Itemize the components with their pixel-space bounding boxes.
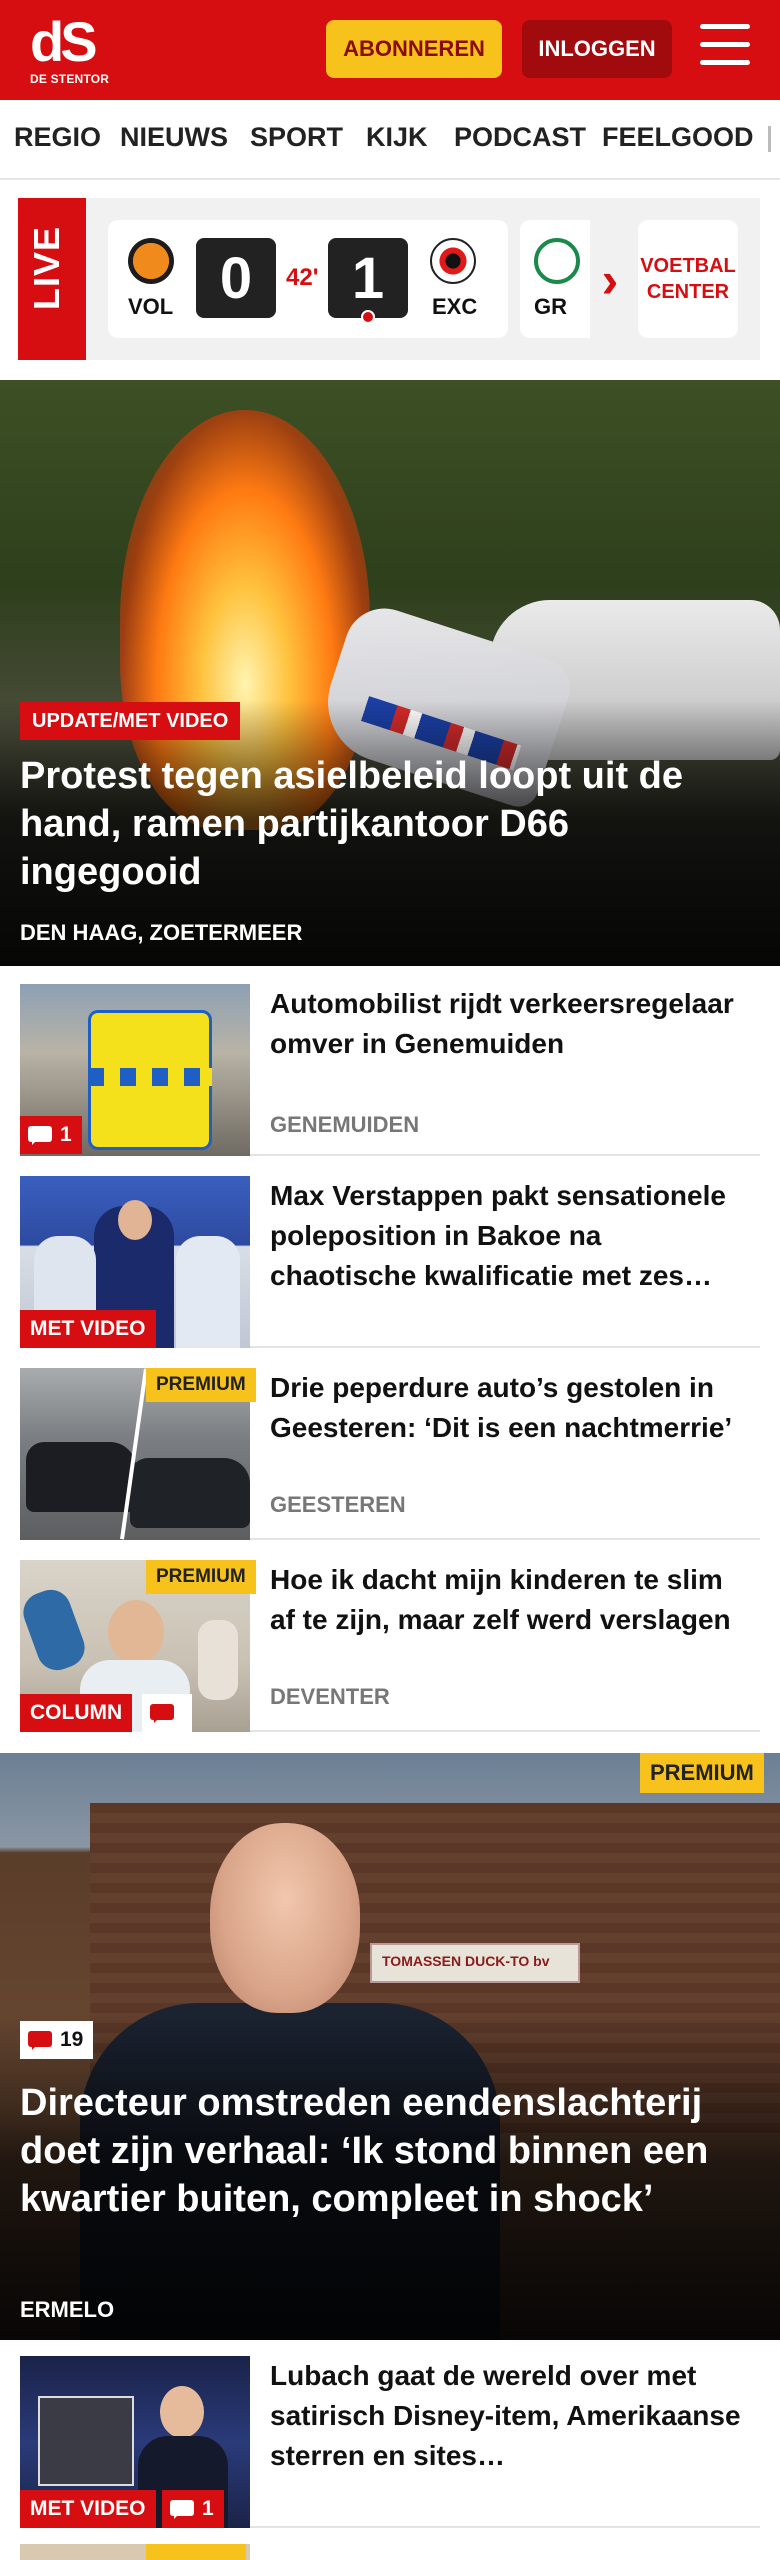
- voetbal-center-line1: VOETBAL: [640, 255, 736, 277]
- article-title[interactable]: Max Verstappen pakt sensationele polepos…: [270, 1176, 750, 1296]
- goal-indicator-icon: [361, 310, 375, 324]
- nav-overflow-indicator: [768, 126, 771, 152]
- away-team-logo-icon: [430, 238, 476, 284]
- list-item[interactable]: MET VIDEO Max Verstappen pakt sensatione…: [20, 1176, 760, 1348]
- comment-icon: [28, 1126, 52, 1145]
- voetbal-center-button[interactable]: VOETBAL CENTER: [638, 220, 738, 338]
- video-badge: MET VIDEO: [20, 2490, 156, 2528]
- logo-mark: dS: [30, 10, 98, 73]
- feature-sign-text: TOMASSEN DUCK-TO bv: [382, 1953, 550, 1969]
- home-team-logo-icon: [128, 238, 174, 284]
- column-badge: COLUMN: [20, 1694, 133, 1732]
- list-item[interactable]: 1 Automobilist rijdt verkeersrege­laar o…: [20, 984, 760, 1156]
- feature-location: ERMELO: [20, 2297, 115, 2322]
- live-label: LIVE: [26, 225, 67, 310]
- nav-item-regio[interactable]: REGIO: [14, 122, 101, 153]
- comment-count-value: 1: [202, 2497, 214, 2520]
- away-score: 1: [328, 238, 408, 318]
- next-team-logo-icon: [534, 238, 580, 284]
- list-item[interactable]: PREMIUM Drie peperdure auto’s gestolen i…: [20, 1368, 760, 1540]
- article-location: GEESTEREN: [270, 1492, 406, 1517]
- feature-person-head-graphic: [210, 1823, 360, 2013]
- feature-article[interactable]: TOMASSEN DUCK-TO bv PREMIUM 19 Directeur…: [0, 1753, 780, 2340]
- home-team-code: VOL: [128, 294, 174, 319]
- comment-icon: [28, 2031, 52, 2050]
- nav-item-sport[interactable]: SPORT: [250, 122, 343, 153]
- site-header: dS DE STENTOR ABONNEREN INLOGGEN: [0, 0, 780, 100]
- article-title[interactable]: Automobilist rijdt verkeersrege­laar omv…: [270, 984, 750, 1064]
- voetbal-center-line2: CENTER: [646, 281, 730, 303]
- comment-count-value: 19: [60, 2028, 84, 2051]
- comment-button[interactable]: [142, 1694, 192, 1732]
- nav-item-podcast[interactable]: PODCAST: [454, 122, 586, 153]
- next-match-card[interactable]: GR: [520, 220, 590, 338]
- nav-item-feelgood[interactable]: FEELGOOD: [602, 122, 754, 153]
- hero-title[interactable]: Protest tegen asielbeleid loopt uit de h…: [20, 752, 760, 896]
- article-location: DEVENTER: [270, 1684, 390, 1709]
- match-minute: 42': [286, 264, 319, 291]
- comment-icon: [150, 1704, 174, 1723]
- next-list-item-peek: [20, 2544, 760, 2560]
- comment-count[interactable]: 1: [20, 1116, 82, 1154]
- hero-badge: UPDATE/MET VIDEO: [20, 702, 241, 740]
- hero-location: DEN HAAG, ZOETERMEER: [20, 920, 303, 945]
- article-title[interactable]: Lubach gaat de wereld over met satirisch…: [270, 2356, 750, 2476]
- comment-icon: [170, 2500, 194, 2519]
- premium-badge: PREMIUM: [146, 1560, 256, 1594]
- live-tag: LIVE: [18, 198, 86, 360]
- next-team-code: GR: [534, 294, 567, 319]
- video-badge: MET VIDEO: [20, 1310, 156, 1348]
- logo-subtitle: DE STENTOR: [30, 72, 110, 86]
- hero-article[interactable]: UPDATE/MET VIDEO Protest tegen asielbele…: [0, 380, 780, 966]
- away-team-code: EXC: [432, 294, 478, 319]
- feature-sign: TOMASSEN DUCK-TO bv: [370, 1943, 580, 1983]
- list-item[interactable]: MET VIDEO 1 Lubach gaat de wereld over m…: [20, 2356, 760, 2528]
- section-nav: REGIO NIEUWS SPORT KIJK PODCAST FEELGOOD: [0, 100, 780, 180]
- premium-badge: PREMIUM: [146, 1368, 256, 1402]
- site-logo[interactable]: dS DE STENTOR: [30, 10, 110, 87]
- list-item[interactable]: PREMIUM COLUMN Hoe ik dacht mijn kindere…: [20, 1560, 760, 1732]
- menu-icon[interactable]: [700, 24, 752, 72]
- nav-item-nieuws[interactable]: NIEUWS: [120, 122, 228, 153]
- premium-badge: PREMIUM: [640, 1753, 764, 1793]
- article-location: GENEMUIDEN: [270, 1112, 420, 1137]
- live-match-card[interactable]: VOL 0 42' 1 EXC: [108, 220, 508, 338]
- article-title[interactable]: Drie peperdure auto’s gestolen in Geeste…: [270, 1368, 750, 1448]
- live-scores-strip: LIVE VOL 0 42' 1 EXC GR › VOETBAL CENTER: [18, 198, 760, 360]
- comment-count[interactable]: 19: [20, 2021, 94, 2059]
- article-title[interactable]: Hoe ik dacht mijn kinderen te slim af te…: [270, 1560, 750, 1640]
- login-button[interactable]: INLOGGEN: [522, 20, 672, 78]
- subscribe-button[interactable]: ABONNEREN: [326, 20, 502, 78]
- comment-count-value: 1: [60, 1123, 72, 1146]
- chevron-right-icon[interactable]: ›: [590, 250, 630, 310]
- feature-title[interactable]: Directeur omstreden eendenslachte­rij do…: [20, 2079, 760, 2223]
- comment-count[interactable]: 1: [162, 2490, 224, 2528]
- nav-item-kijk[interactable]: KIJK: [366, 122, 428, 153]
- home-score: 0: [196, 238, 276, 318]
